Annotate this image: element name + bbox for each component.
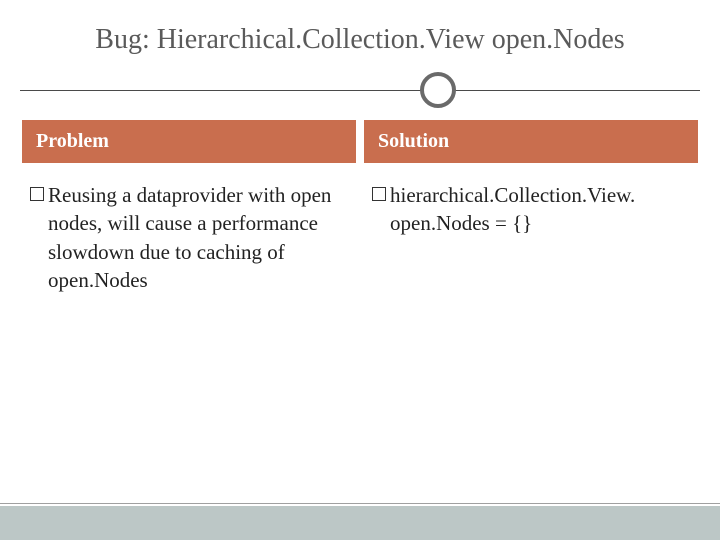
title-line xyxy=(20,90,700,91)
problem-column: Problem Reusing a dataprovider with open… xyxy=(22,120,356,308)
columns: Problem Reusing a dataprovider with open… xyxy=(0,110,720,308)
bullet-square-icon xyxy=(372,187,386,201)
problem-text: Reusing a dataprovider with open nodes, … xyxy=(48,181,348,294)
problem-header: Problem xyxy=(22,120,356,163)
slide: Bug: Hierarchical.Collection.View open.N… xyxy=(0,0,720,540)
solution-body: hierarchical.Collection.View. open.Nodes… xyxy=(364,163,698,238)
solution-column: Solution hierarchical.Collection.View. o… xyxy=(364,120,698,308)
bullet-square-icon xyxy=(30,187,44,201)
title-decoration xyxy=(0,70,720,110)
problem-body: Reusing a dataprovider with open nodes, … xyxy=(22,163,356,294)
title-circle-icon xyxy=(420,72,456,108)
list-item: hierarchical.Collection.View. open.Nodes… xyxy=(372,181,690,238)
slide-title: Bug: Hierarchical.Collection.View open.N… xyxy=(0,0,720,70)
solution-text: hierarchical.Collection.View. open.Nodes… xyxy=(390,181,690,238)
bottom-band xyxy=(0,506,720,540)
solution-header: Solution xyxy=(364,120,698,163)
list-item: Reusing a dataprovider with open nodes, … xyxy=(30,181,348,294)
